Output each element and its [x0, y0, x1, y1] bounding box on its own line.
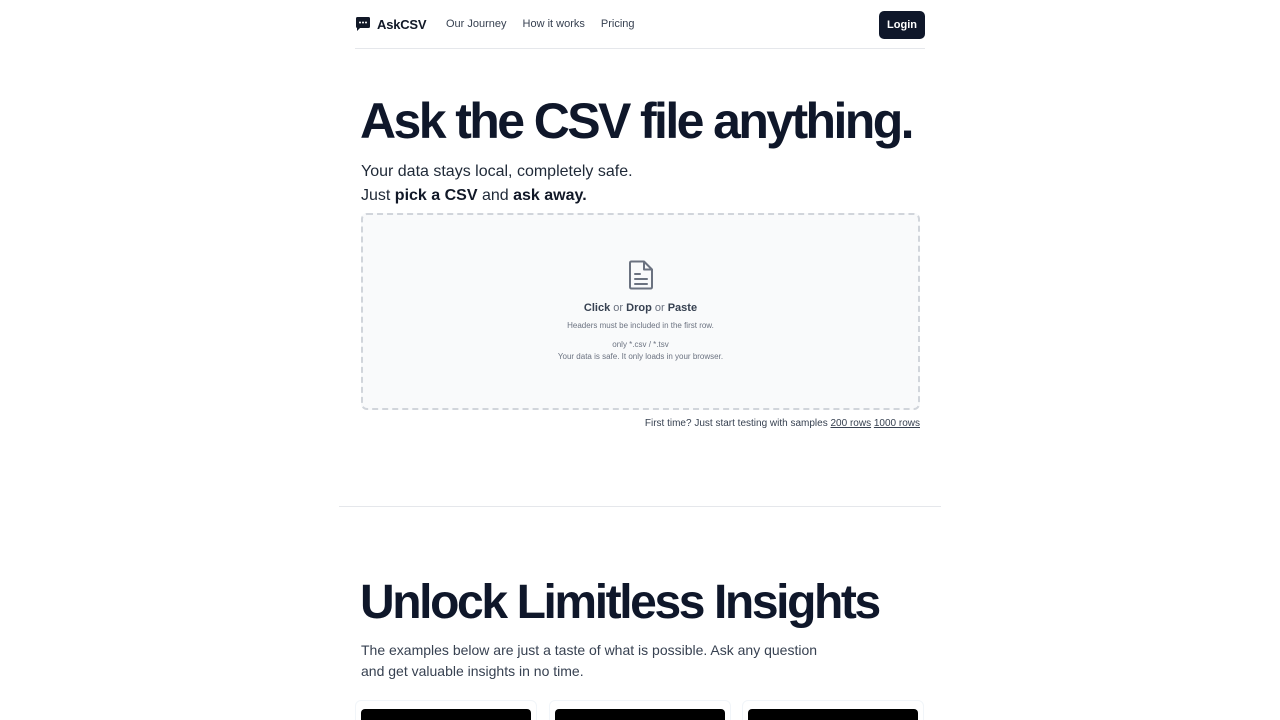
subtitle-prefix: Just: [361, 187, 395, 204]
nav-pricing[interactable]: Pricing: [601, 18, 635, 30]
login-button[interactable]: Login: [879, 11, 925, 39]
or-separator: or: [651, 302, 668, 314]
section-divider: [339, 506, 941, 507]
file-text-icon: [629, 260, 653, 290]
example-card[interactable]: [742, 700, 924, 720]
example-card-media: [361, 709, 531, 720]
brand-name: AskCSV: [377, 16, 427, 32]
samples-prefix: First time? Just start testing with samp…: [644, 418, 831, 429]
action-paste: Paste: [667, 302, 698, 314]
site-header: AskCSV Our Journey How it works Pricing …: [355, 0, 925, 49]
example-card-media: [555, 709, 725, 720]
hero-subtitle-line2: Just pick a CSV and ask away.: [361, 184, 633, 208]
chat-bubble-icon: [356, 17, 370, 31]
subtitle-and: and: [477, 187, 514, 204]
subtitle-pick-csv: pick a CSV: [394, 187, 478, 204]
insights-title: Unlock Limitless Insights: [360, 576, 881, 629]
sample-1000-rows-link[interactable]: 1000 rows: [874, 418, 920, 429]
action-drop: Drop: [626, 302, 652, 314]
subtitle-ask-away: ask away.: [513, 187, 587, 204]
hero-subtitle-line1: Your data stays local, completely safe.: [361, 163, 633, 180]
action-click: Click: [583, 302, 611, 314]
or-separator: or: [610, 302, 627, 314]
sample-200-rows-link[interactable]: 200 rows: [831, 418, 872, 429]
safety-note: Your data is safe. It only loads in your…: [557, 352, 724, 361]
insights-description: The examples below are just a taste of w…: [361, 642, 818, 679]
hero-subtitle: Your data stays local, completely safe. …: [361, 160, 633, 208]
brand-logo[interactable]: AskCSV: [355, 16, 427, 32]
example-card[interactable]: [355, 700, 537, 720]
samples-row: First time? Just start testing with samp…: [0, 418, 920, 429]
example-card-media: [748, 709, 918, 720]
formats-note: only *.csv / *.tsv: [612, 340, 669, 349]
example-card[interactable]: [549, 700, 731, 720]
main-nav: Our Journey How it works Pricing: [446, 18, 635, 30]
hero-title: Ask the CSV file anything.: [360, 93, 915, 149]
dropzone-actions: Click or Drop or Paste: [363, 302, 918, 314]
nav-our-journey[interactable]: Our Journey: [446, 18, 507, 30]
headers-note: Headers must be included in the first ro…: [567, 321, 714, 330]
nav-how-it-works[interactable]: How it works: [523, 18, 585, 30]
csv-dropzone[interactable]: Click or Drop or Paste Headers must be i…: [361, 213, 920, 410]
